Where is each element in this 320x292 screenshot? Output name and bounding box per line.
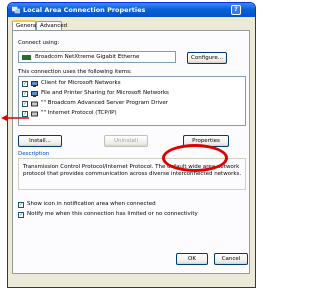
checkbox[interactable]: ✓: [18, 202, 24, 208]
window-title: Local Area Connection Properties: [23, 6, 146, 14]
network-card-icon: [22, 55, 31, 60]
annotation-arrow-icon: [1, 114, 29, 122]
computer-icon: [31, 91, 38, 97]
protocol-icon: [31, 101, 38, 107]
checkbox[interactable]: ✓: [22, 81, 28, 87]
item-label: "" Internet Protocol (TCP/IP): [41, 110, 117, 116]
option-label: Notify me when this connection has limit…: [27, 211, 198, 217]
list-item[interactable]: ✓ "" Internet Protocol (TCP/IP): [22, 110, 242, 119]
annotation-circle: [162, 144, 228, 172]
checkbox[interactable]: ✓: [22, 101, 28, 107]
properties-dialog: Local Area Connection Properties ? Gener…: [7, 2, 256, 288]
configure-button[interactable]: Configure...: [187, 52, 227, 64]
list-item[interactable]: ✓ File and Printer Sharing for Microsoft…: [22, 90, 242, 99]
computer-icon: [31, 81, 38, 87]
list-item[interactable]: ✓ "" Broadcom Advanced Server Program Dr…: [22, 100, 242, 109]
components-list[interactable]: ✓ Client for Microsoft Networks ✓ File a…: [18, 76, 246, 126]
help-button[interactable]: ?: [231, 5, 241, 15]
install-button[interactable]: Install...: [18, 135, 62, 147]
items-label: This connection uses the following items…: [18, 69, 132, 75]
item-label: "" Broadcom Advanced Server Program Driv…: [41, 100, 169, 106]
description-label: Description: [18, 151, 50, 157]
checkbox[interactable]: ✓: [18, 212, 24, 218]
list-item[interactable]: ✓ Client for Microsoft Networks: [22, 80, 242, 89]
adapter-field: Broadcom NetXtreme Gigabit Etherne: [18, 51, 176, 63]
item-label: File and Printer Sharing for Microsoft N…: [41, 90, 169, 96]
cancel-button[interactable]: Cancel: [214, 253, 248, 265]
ok-button[interactable]: OK: [176, 253, 208, 265]
adapter-name: Broadcom NetXtreme Gigabit Etherne: [35, 54, 140, 60]
checkbox[interactable]: ✓: [22, 91, 28, 97]
network-icon: [12, 6, 20, 14]
show-icon-option[interactable]: ✓ Show icon in notification area when co…: [18, 201, 248, 210]
connect-using-label: Connect using:: [18, 40, 60, 46]
notify-option[interactable]: ✓ Notify me when this connection has lim…: [18, 211, 248, 220]
protocol-icon: [31, 111, 38, 117]
item-label: Client for Microsoft Networks: [41, 80, 121, 86]
option-label: Show icon in notification area when conn…: [27, 201, 156, 207]
title-bar[interactable]: Local Area Connection Properties ?: [8, 3, 255, 17]
uninstall-button[interactable]: Uninstall: [104, 135, 148, 147]
